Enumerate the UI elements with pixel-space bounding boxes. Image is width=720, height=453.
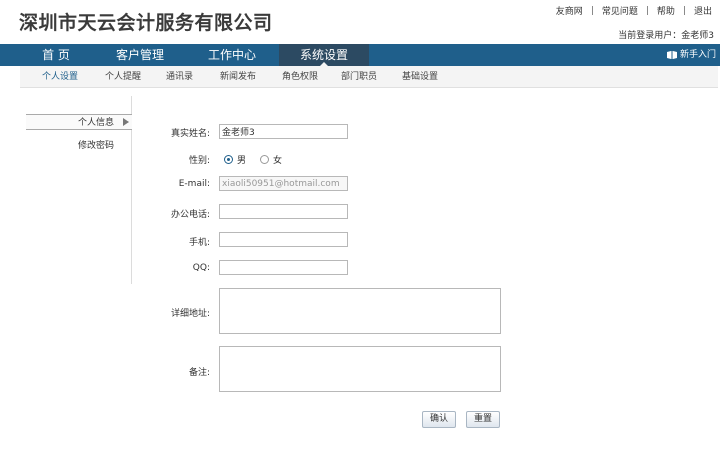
gender-label: 性别: xyxy=(188,156,210,166)
gender-female-radio[interactable]: 女 xyxy=(260,153,282,166)
address-textarea[interactable] xyxy=(219,288,501,334)
top-links: 友商网 | 常见问题 | 帮助 | 退出 xyxy=(556,4,712,18)
name-label: 真实姓名: xyxy=(170,129,210,139)
subnav-reminders[interactable]: 个人提醒 xyxy=(105,66,141,88)
faq-link[interactable]: 常见问题 xyxy=(602,4,638,17)
name-input[interactable] xyxy=(219,124,348,139)
current-user-label: 当前登录用户：金老师3 xyxy=(618,31,714,41)
sidebar-item-label: 个人信息 xyxy=(77,118,114,128)
mobile-input[interactable] xyxy=(219,232,348,247)
subnav-news[interactable]: 新闻发布 xyxy=(220,66,256,88)
nav-customers[interactable]: 客户管理 xyxy=(106,44,174,66)
help-link[interactable]: 帮助 xyxy=(657,4,675,17)
qq-input[interactable] xyxy=(219,260,348,275)
mobile-label: 手机: xyxy=(188,238,210,248)
book-icon xyxy=(666,51,677,59)
sidebar-item-label: 修改密码 xyxy=(77,141,114,151)
sidebar-item-change-password[interactable]: 修改密码 xyxy=(26,138,132,154)
subnav-contacts[interactable]: 通讯录 xyxy=(166,66,193,88)
qq-label: QQ: xyxy=(192,263,210,273)
nav-home[interactable]: 首 页 xyxy=(22,44,90,66)
address-label: 详细地址: xyxy=(170,309,210,319)
guide-label: 新手入门 xyxy=(679,50,716,60)
email-input[interactable] xyxy=(219,176,348,191)
gender-female-label: 女 xyxy=(273,156,283,166)
remark-textarea[interactable] xyxy=(219,346,501,392)
confirm-button[interactable]: 确认 xyxy=(422,411,456,428)
subnav-roles[interactable]: 角色权限 xyxy=(282,66,318,88)
main-nav: 首 页 客户管理 工作中心 系统设置 新手入门 xyxy=(0,44,720,66)
logout-link[interactable]: 退出 xyxy=(694,4,712,17)
email-label: E-mail: xyxy=(178,179,210,189)
separator: | xyxy=(682,5,686,16)
nav-system-settings[interactable]: 系统设置 xyxy=(279,44,369,66)
office-phone-label: 办公电话: xyxy=(170,210,210,220)
company-brand: 深圳市天云会计服务有限公司 xyxy=(19,12,273,34)
subnav-departments[interactable]: 部门职员 xyxy=(341,66,377,88)
subnav-basic-settings[interactable]: 基础设置 xyxy=(402,66,438,88)
sidebar: 个人信息 修改密码 xyxy=(26,96,132,284)
gender-male-label: 男 xyxy=(237,156,247,166)
partner-link[interactable]: 友商网 xyxy=(556,4,583,17)
sub-nav: 个人设置 个人提醒 通讯录 新闻发布 角色权限 部门职员 基础设置 xyxy=(20,66,718,88)
sidebar-item-personal-info[interactable]: 个人信息 xyxy=(26,114,132,130)
guide-link[interactable]: 新手入门 xyxy=(666,44,716,66)
arrow-right-icon xyxy=(123,118,129,126)
radio-unchecked-icon xyxy=(260,155,269,164)
separator: | xyxy=(590,5,594,16)
nav-work-center[interactable]: 工作中心 xyxy=(196,44,268,66)
office-phone-input[interactable] xyxy=(219,204,348,219)
radio-checked-icon xyxy=(224,155,233,164)
remark-label: 备注: xyxy=(188,368,210,378)
reset-button[interactable]: 重置 xyxy=(466,411,500,428)
separator: | xyxy=(645,5,649,16)
gender-male-radio[interactable]: 男 xyxy=(224,153,246,166)
header: 深圳市天云会计服务有限公司 友商网 | 常见问题 | 帮助 | 退出 当前登录用… xyxy=(0,0,720,44)
subnav-personal-settings[interactable]: 个人设置 xyxy=(42,66,78,88)
